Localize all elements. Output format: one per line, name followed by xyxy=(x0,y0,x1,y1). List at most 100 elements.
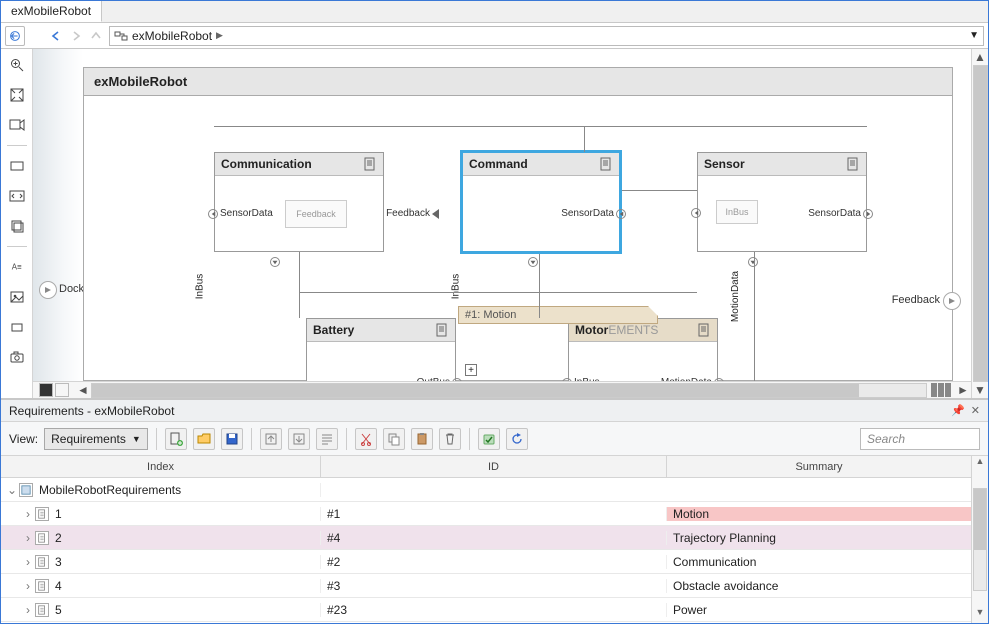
add-port-icon[interactable]: + xyxy=(465,364,477,376)
port-motor-inbus[interactable]: InBus xyxy=(562,377,600,381)
expander-icon[interactable]: › xyxy=(21,555,35,569)
nav-back-button[interactable] xyxy=(47,27,65,45)
editor-tabbar: exMobileRobot xyxy=(1,1,988,23)
port-communication-feedback[interactable]: Feedback xyxy=(386,208,439,219)
expander-icon[interactable]: ⌄ xyxy=(5,483,19,497)
reqset-icon xyxy=(19,483,33,497)
refresh-button[interactable] xyxy=(506,428,528,450)
cut-button[interactable] xyxy=(355,428,377,450)
view-notes-icon[interactable] xyxy=(55,383,69,397)
inner-feedback-box: Feedback xyxy=(285,200,347,228)
table-row[interactable]: ›2#4Trajectory Planning xyxy=(1,526,971,550)
external-port-feedback[interactable] xyxy=(943,292,961,310)
canvas-vscroll[interactable]: ▲ ▼ xyxy=(971,49,988,398)
hscroll-right-icon[interactable]: ► xyxy=(955,383,971,397)
annotation-motion[interactable]: #1: Motion xyxy=(458,306,658,324)
block-sensor[interactable]: Sensor InBus xyxy=(697,152,867,252)
view-hierarchy-icon[interactable] xyxy=(39,383,53,397)
block-sensor-title: Sensor xyxy=(704,157,745,171)
text-tool-icon[interactable]: A≡ xyxy=(7,257,27,277)
editor-nav-toolbar: exMobileRobot ▶ ▼ xyxy=(1,23,988,49)
requirements-panel: Requirements - exMobileRobot 📌 ✕ View: R… xyxy=(1,399,988,623)
requirements-vscroll[interactable]: ▲ ▼ xyxy=(971,456,988,623)
root-component[interactable]: exMobileRobot Feedback Communication xyxy=(83,67,953,381)
requirements-table[interactable]: Index ID Summary ⌄ MobileRobotRequiremen… xyxy=(1,456,971,623)
check-button[interactable] xyxy=(478,428,500,450)
req-icon xyxy=(35,507,49,521)
port-communication-sensordata[interactable]: SensorData xyxy=(208,208,273,219)
view-dropdown[interactable]: Requirements▼ xyxy=(44,428,148,450)
note-icon xyxy=(846,157,860,171)
table-row-root[interactable]: ⌄ MobileRobotRequirements xyxy=(1,478,971,502)
expander-icon[interactable]: › xyxy=(21,579,35,593)
inner-sensor-box: InBus xyxy=(716,200,758,224)
port-battery-outbus[interactable]: OutBus xyxy=(417,377,462,381)
port-command-sensordata[interactable]: SensorData xyxy=(561,208,626,219)
justify-button[interactable] xyxy=(316,428,338,450)
nav-forward-button[interactable] xyxy=(67,27,85,45)
block-motor[interactable]: MotorEMENTS InBus MotionData xyxy=(568,318,718,381)
req-icon xyxy=(35,579,49,593)
save-button[interactable] xyxy=(221,428,243,450)
breadcrumb-root[interactable]: exMobileRobot xyxy=(132,29,212,43)
box-tool-2-icon[interactable] xyxy=(7,317,27,337)
fit-tool-icon[interactable] xyxy=(7,85,27,105)
table-row[interactable]: ›3#2Communication xyxy=(1,550,971,574)
port-sensor-inbus[interactable] xyxy=(691,208,701,218)
breadcrumb-dropdown-icon[interactable]: ▼ xyxy=(969,30,979,41)
pin-icon[interactable]: 📌 xyxy=(951,404,965,417)
search-input[interactable]: Search xyxy=(860,428,980,450)
expander-icon[interactable]: › xyxy=(21,507,35,521)
image-tool-icon[interactable] xyxy=(7,287,27,307)
external-port-docking[interactable] xyxy=(39,281,57,299)
screenshot-tool-icon[interactable] xyxy=(7,115,27,135)
zoom-tool-icon[interactable] xyxy=(7,55,27,75)
port-communication-inbus[interactable] xyxy=(270,257,280,267)
canvas-tool-strip: A≡ xyxy=(1,49,33,398)
view-label: View: xyxy=(9,432,38,446)
port-command-inbus[interactable] xyxy=(528,257,538,267)
note-icon xyxy=(363,157,377,171)
new-req-button[interactable] xyxy=(165,428,187,450)
requirements-toolbar: View: Requirements▼ Search xyxy=(1,422,988,456)
port-sensor-sensordata[interactable]: SensorData xyxy=(808,208,873,219)
copy-button[interactable] xyxy=(383,428,405,450)
table-row[interactable]: ›5#23Power xyxy=(1,598,971,622)
col-header-summary[interactable]: Summary xyxy=(667,456,971,477)
stack-tool-icon[interactable] xyxy=(7,216,27,236)
block-communication-title: Communication xyxy=(221,157,312,171)
col-header-id[interactable]: ID xyxy=(321,456,667,477)
open-folder-button[interactable] xyxy=(193,428,215,450)
req-icon xyxy=(35,531,49,545)
block-command[interactable]: Command SensorData xyxy=(460,150,622,254)
view-mode-icons[interactable] xyxy=(927,383,955,397)
port-motor-motiondata[interactable]: MotionData xyxy=(661,377,724,381)
demote-button[interactable] xyxy=(288,428,310,450)
rect-tool-icon[interactable] xyxy=(7,156,27,176)
port-sensor-motiondata[interactable] xyxy=(748,257,758,267)
expander-icon[interactable]: › xyxy=(21,603,35,617)
table-row[interactable]: ›1#1Motion xyxy=(1,502,971,526)
promote-button[interactable] xyxy=(260,428,282,450)
requirements-panel-title: Requirements - exMobileRobot xyxy=(9,404,174,418)
close-icon[interactable]: ✕ xyxy=(971,404,980,417)
table-row[interactable]: ›4#3Obstacle avoidance xyxy=(1,574,971,598)
block-communication[interactable]: Communication SensorData Feed xyxy=(214,152,384,252)
model-icon xyxy=(114,29,128,43)
note-icon xyxy=(697,323,711,337)
diagram-canvas[interactable]: Docking exMobileRobot Feedback xyxy=(33,49,971,381)
breadcrumb[interactable]: exMobileRobot ▶ ▼ xyxy=(109,26,984,46)
camera-tool-icon[interactable] xyxy=(7,347,27,367)
home-button[interactable] xyxy=(5,26,25,46)
delete-button[interactable] xyxy=(439,428,461,450)
code-tool-icon[interactable] xyxy=(7,186,27,206)
editor-tab[interactable]: exMobileRobot xyxy=(1,1,102,22)
hscroll-left-icon[interactable]: ◄ xyxy=(75,383,91,397)
canvas-hscroll[interactable]: ◄ ► xyxy=(33,381,971,398)
block-battery[interactable]: Battery OutBus + xyxy=(306,318,456,381)
block-command-title: Command xyxy=(469,157,528,171)
nav-up-button[interactable] xyxy=(87,27,105,45)
col-header-index[interactable]: Index xyxy=(1,456,321,477)
paste-button[interactable] xyxy=(411,428,433,450)
expander-icon[interactable]: › xyxy=(21,531,35,545)
